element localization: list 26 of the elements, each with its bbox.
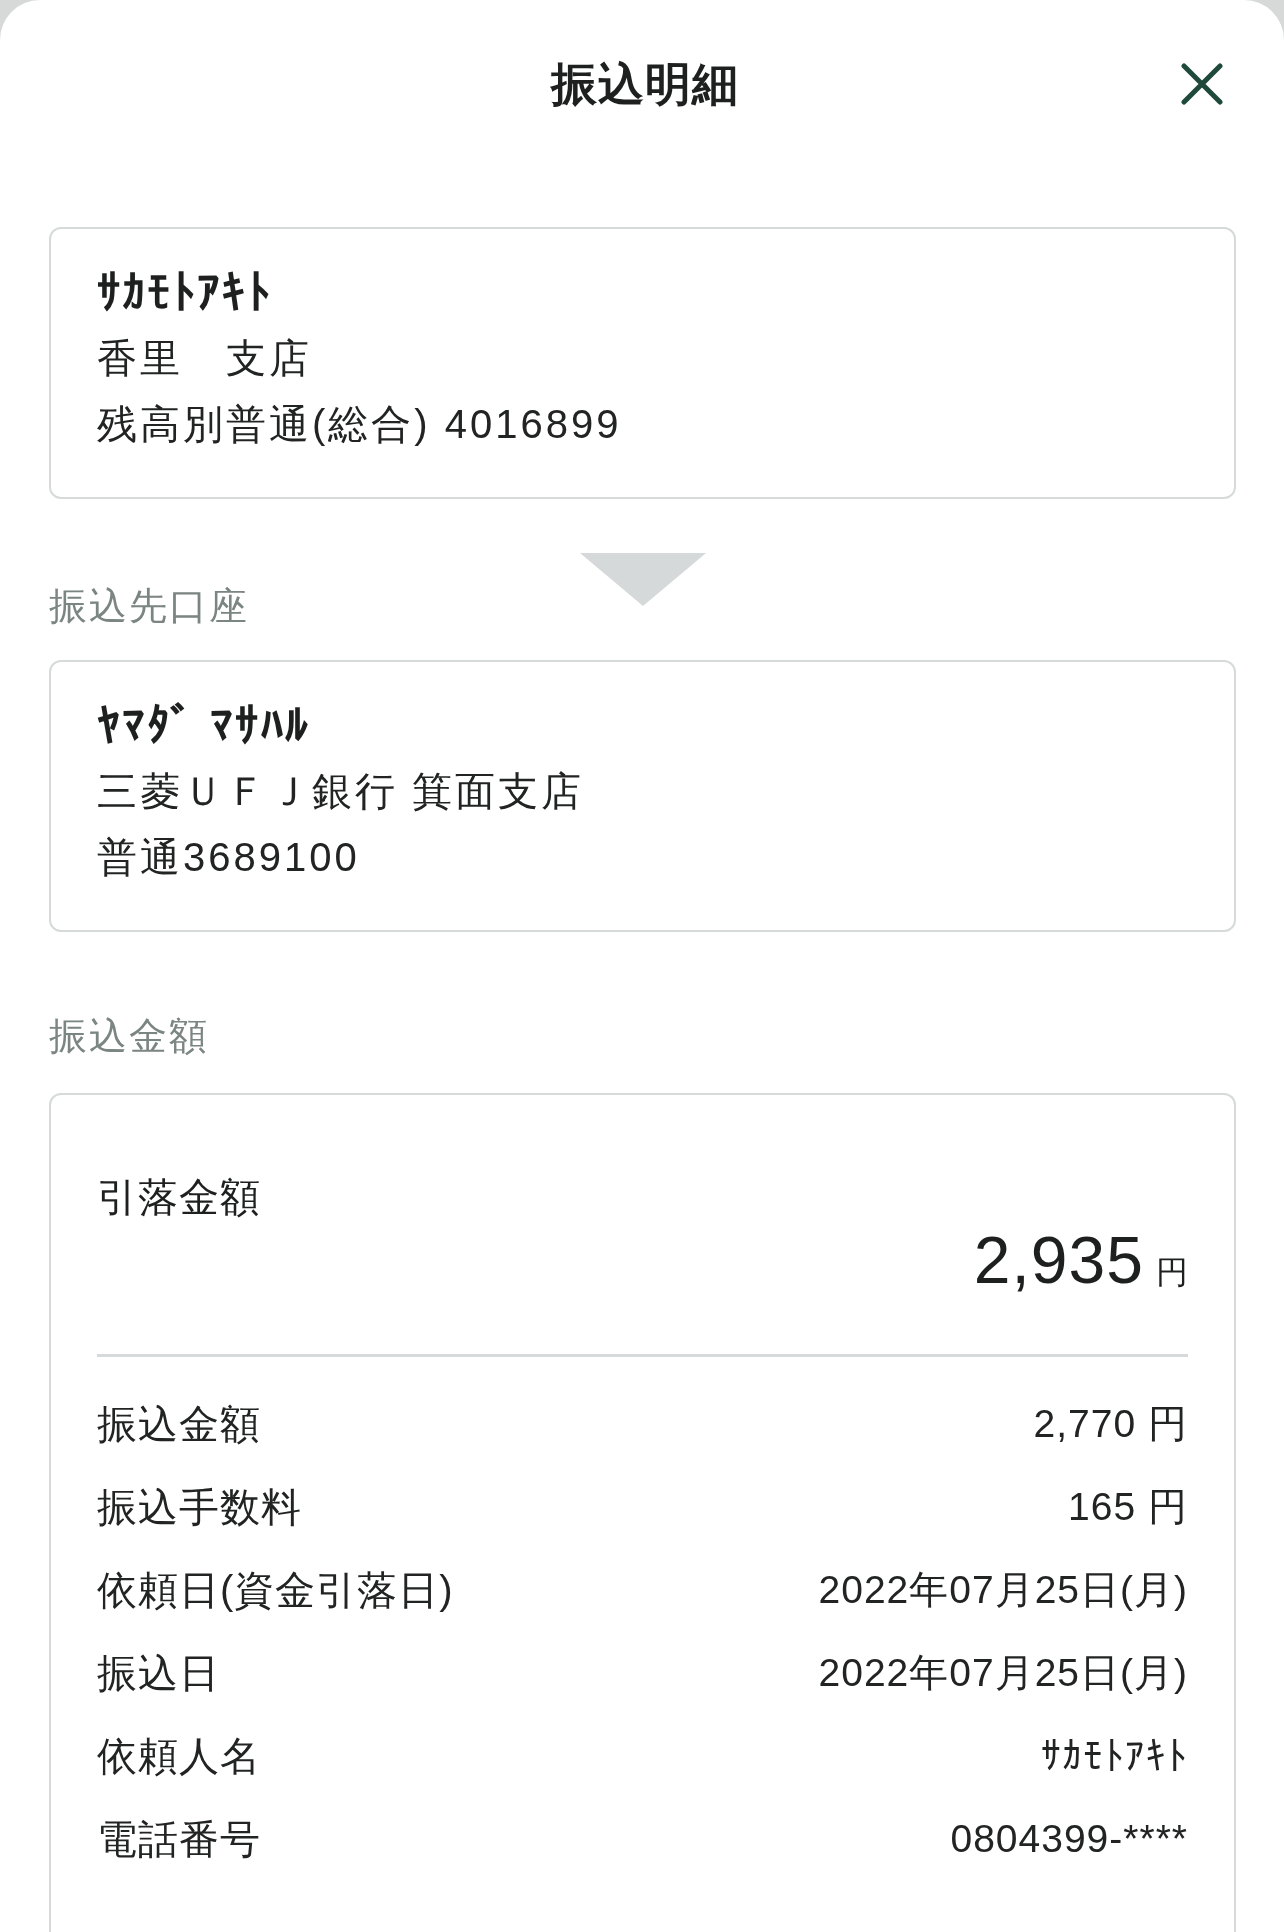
window-title: 振込明細 bbox=[551, 57, 739, 112]
total-amount: 2,935 bbox=[973, 1224, 1144, 1296]
detail-label: 振込金額 bbox=[97, 1400, 261, 1448]
detail-label: 電話番号 bbox=[97, 1815, 261, 1863]
bank-branch: 三菱ＵＦＪ銀行 箕面支店 bbox=[97, 768, 585, 815]
detail-value: 165 円 bbox=[1068, 1483, 1188, 1530]
detail-value: 2022年07月25日(月) bbox=[818, 1649, 1188, 1696]
section-label: 振込金額 bbox=[49, 1014, 209, 1059]
section-label: 振込先口座 bbox=[49, 584, 249, 629]
currency-unit: 円 bbox=[1156, 1253, 1188, 1292]
detail-value: 0804399-**** bbox=[950, 1815, 1188, 1862]
account-holder-name: ﾔﾏﾀﾞ ﾏｻﾊﾙ bbox=[97, 698, 310, 753]
detail-label: 依頼日(資金引落日) bbox=[97, 1566, 454, 1614]
detail-value: 2,770 円 bbox=[1033, 1400, 1188, 1447]
detail-label: 振込手数料 bbox=[97, 1483, 302, 1531]
bank-branch: 香里 支店 bbox=[97, 335, 312, 382]
detail-value: ｻｶﾓﾄｱｷﾄ bbox=[1041, 1732, 1188, 1779]
close-icon bbox=[1181, 63, 1223, 105]
detail-label: 振込日 bbox=[97, 1649, 220, 1697]
account-number: 普通3689100 bbox=[97, 834, 360, 881]
down-triangle-icon bbox=[579, 553, 706, 606]
account-number: 残高別普通(総合) 4016899 bbox=[97, 401, 622, 448]
detail-value: 2022年07月25日(月) bbox=[818, 1566, 1188, 1613]
account-holder-name: ｻｶﾓﾄｱｷﾄ bbox=[97, 265, 272, 320]
detail-label: 依頼人名 bbox=[97, 1732, 261, 1780]
total-label: 引落金額 bbox=[97, 1174, 261, 1221]
